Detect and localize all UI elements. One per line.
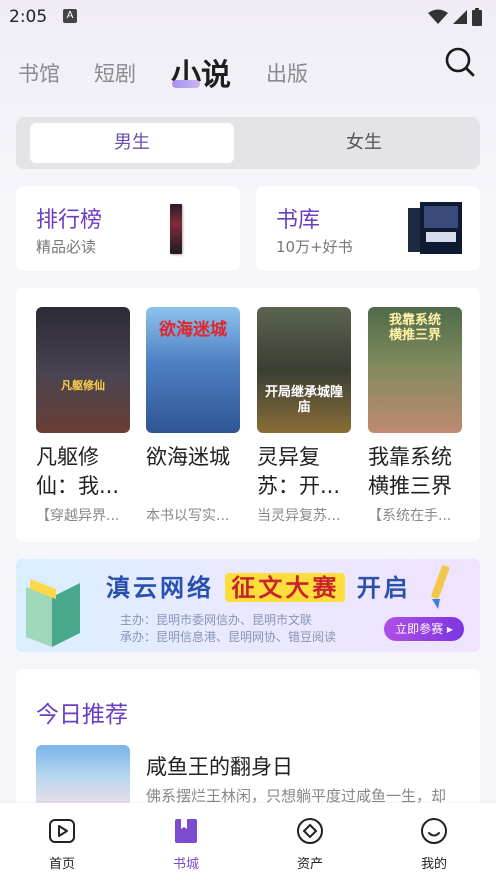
book-card[interactable]: 欲海迷城 欲海迷城 本书以写实...	[146, 307, 242, 525]
tab-chuban[interactable]: 出版	[266, 58, 308, 88]
recommend-book-cover[interactable]	[36, 745, 130, 809]
book-desc: 本书以写实...	[146, 508, 230, 524]
recommend-title: 今日推荐	[36, 702, 128, 728]
library-title: 书库	[276, 208, 321, 233]
book-title: 凡躯修仙：我...	[36, 445, 120, 498]
banner-co-organizer: 承办：昆明信息港、昆明网协、错豆阅读	[120, 630, 337, 644]
gender-switch: 男生 女生	[16, 117, 480, 169]
book-card[interactable]: 凡躯修仙 凡躯修仙：我... 【穿越异界...	[36, 307, 132, 525]
play-icon	[49, 819, 75, 843]
nav-profile-label: 我的	[420, 857, 447, 872]
cover-title: 凡躯修仙	[61, 379, 105, 392]
nav-assets-label: 资产	[296, 857, 323, 872]
status-time: 2:05	[9, 7, 48, 27]
library-books-thumbnail	[408, 202, 462, 254]
status-bar: 2:05 A	[0, 0, 496, 34]
contest-banner[interactable]: 滇云网络 征文大赛 开启 主办：昆明市委网信办、昆明市文联 承办：昆明信息港、昆…	[16, 559, 480, 652]
signal-icon	[453, 10, 467, 24]
nav-home-label: 首页	[48, 857, 75, 872]
library-subtitle: 10万+好书	[276, 238, 353, 256]
tab-shuguan[interactable]: 书馆	[18, 58, 60, 88]
cover-title: 我靠系统横推三界	[388, 313, 441, 343]
category-tabs: 书馆 短剧 小说 出版	[18, 50, 458, 96]
rank-title: 排行榜	[36, 208, 103, 233]
tab-duanju[interactable]: 短剧	[94, 58, 136, 88]
asset-icon	[297, 818, 323, 844]
nav-home[interactable]: 首页	[22, 817, 102, 872]
cover-title: 开局继承城隍庙	[265, 385, 344, 415]
bottom-nav: 首页 书城 资产 我的	[0, 803, 496, 883]
book-title: 欲海迷城	[146, 445, 230, 469]
nav-profile[interactable]: 我的	[394, 817, 474, 872]
tab-male[interactable]: 男生	[30, 123, 234, 163]
rank-subtitle: 精品必读	[36, 238, 97, 256]
book-cover: 开局继承城隍庙	[257, 307, 351, 433]
library-entry-card[interactable]: 书库 10万+好书	[256, 186, 480, 271]
nav-bookstore-label: 书城	[172, 857, 199, 872]
banner-organizer: 主办：昆明市委网信办、昆明市文联	[120, 613, 313, 627]
book-card[interactable]: 我靠系统横推三界 我靠系统横推三界 【系统在手...	[368, 307, 464, 525]
banner-title: 滇云网络 征文大赛 开启	[106, 568, 411, 603]
banner-title-highlight: 征文大赛	[225, 573, 346, 602]
book-cover: 凡躯修仙	[36, 307, 130, 433]
nav-assets[interactable]: 资产	[270, 817, 350, 872]
rank-book-thumbnail	[170, 204, 182, 254]
bookmark-icon	[175, 819, 197, 843]
join-contest-button-label: 立即参赛	[395, 622, 444, 636]
battery-icon	[472, 8, 482, 26]
book-cover: 欲海迷城	[146, 307, 240, 433]
nav-bookstore[interactable]: 书城	[146, 817, 226, 872]
status-icons	[428, 8, 482, 26]
book-title: 我靠系统横推三界	[368, 445, 452, 498]
book-title: 灵异复苏：开...	[257, 445, 341, 498]
book-desc: 【系统在手...	[368, 508, 452, 524]
banner-title-left: 滇云网络	[106, 573, 214, 602]
recommend-section: 今日推荐 咸鱼王的翻身日 佛系摆烂王林闲，只想躺平度过咸鱼一生，却	[16, 669, 480, 809]
book-card[interactable]: 开局继承城隍庙 灵异复苏：开... 当灵异复苏...	[257, 307, 353, 525]
cover-title: 欲海迷城	[159, 320, 227, 340]
pen-illustration-icon	[431, 565, 450, 609]
wifi-icon	[428, 9, 448, 24]
notification-icon: A	[63, 9, 77, 23]
active-tab-indicator	[172, 80, 200, 88]
rank-entry-card[interactable]: 排行榜 精品必读	[16, 186, 240, 271]
banner-title-right: 开启	[356, 573, 411, 602]
search-icon[interactable]	[443, 46, 477, 80]
book-desc: 【穿越异界...	[36, 508, 120, 524]
book-cover: 我靠系统横推三界	[368, 307, 462, 433]
recommend-book-title[interactable]: 咸鱼王的翻身日	[146, 751, 293, 781]
book-illustration-icon	[26, 579, 80, 647]
book-grid-panel: 凡躯修仙 凡躯修仙：我... 【穿越异界... 欲海迷城 欲海迷城 本书以写实.…	[16, 288, 480, 542]
smile-icon	[421, 818, 447, 844]
book-desc: 当灵异复苏...	[257, 508, 341, 524]
tab-female[interactable]: 女生	[262, 123, 466, 163]
join-contest-button[interactable]: 立即参赛 ▸	[384, 617, 464, 641]
